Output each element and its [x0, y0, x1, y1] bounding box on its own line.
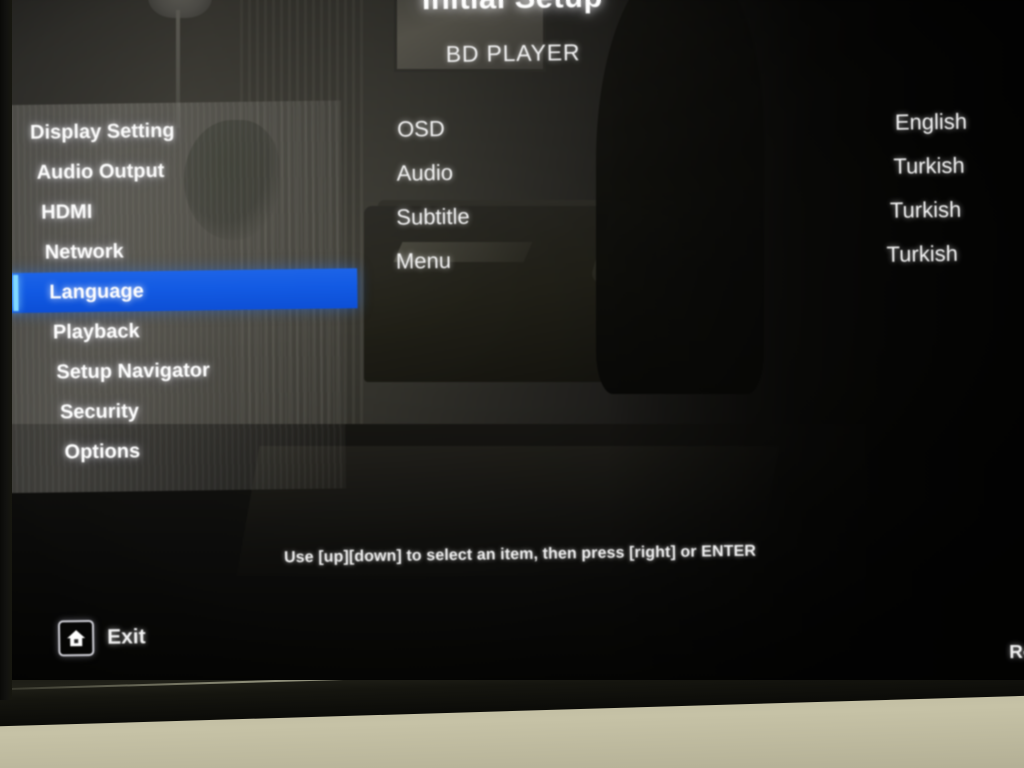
sidebar-item-label: Options [64, 439, 141, 463]
setting-name: Audio [396, 159, 454, 186]
setting-name: OSD [396, 115, 445, 142]
tv-photo: Initial Setup BD PLAYER Display Setting … [0, 0, 1024, 768]
sidebar-item-language[interactable]: Language [8, 268, 358, 314]
setting-row-osd[interactable]: OSD [389, 104, 630, 151]
sidebar-item-options[interactable]: Options [9, 428, 360, 473]
sidebar-item-security[interactable]: Security [9, 388, 360, 433]
exit-label: Exit [106, 625, 146, 649]
setting-value: Turkish [886, 240, 959, 267]
setting-row-subtitle[interactable]: Subtitle [390, 192, 631, 239]
sidebar-item-label: Network [44, 239, 124, 264]
sidebar-item-label: HDMI [41, 200, 93, 224]
settings-value-column: English Turkish Turkish Turkish [707, 100, 969, 280]
setting-value-subtitle[interactable]: Turkish [708, 188, 969, 236]
setting-value-osd[interactable]: English [707, 100, 968, 148]
setting-value-menu[interactable]: Turkish [709, 232, 970, 280]
sidebar-item-audio-output[interactable]: Audio Output [8, 148, 356, 193]
setting-value: Turkish [889, 196, 962, 223]
setting-value: English [894, 108, 968, 135]
sidebar-item-label: Security [59, 399, 140, 423]
sidebar-item-setup-navigator[interactable]: Setup Navigator [8, 348, 359, 393]
sidebar-item-network[interactable]: Network [8, 228, 357, 273]
sidebar-item-label: Setup Navigator [56, 358, 210, 383]
tv-screen: Initial Setup BD PLAYER Display Setting … [8, 0, 1024, 680]
sidebar: Display Setting Audio Output HDMI Networ… [8, 108, 360, 473]
osd-overlay: Initial Setup BD PLAYER Display Setting … [8, 0, 1024, 680]
sidebar-item-label: Audio Output [36, 159, 165, 184]
sidebar-item-hdmi[interactable]: HDMI [8, 188, 356, 233]
exit-button[interactable]: Exit [57, 619, 146, 657]
page-title: Initial Setup [8, 0, 1021, 23]
setting-row-audio[interactable]: Audio [389, 148, 630, 195]
sidebar-item-playback[interactable]: Playback [8, 308, 358, 353]
setting-row-menu[interactable]: Menu [391, 236, 632, 283]
page-subtitle: BD PLAYER [445, 39, 581, 67]
tv-bezel-left [0, 0, 12, 700]
setting-value-audio[interactable]: Turkish [707, 144, 968, 192]
sidebar-item-display-setting[interactable]: Display Setting [8, 108, 355, 153]
setting-name: Subtitle [396, 203, 470, 230]
setting-value: Turkish [893, 152, 965, 179]
sidebar-item-label: Display Setting [29, 119, 175, 144]
home-icon [57, 619, 95, 657]
help-hint-text: Use [up][down] to select an item, then p… [283, 542, 757, 567]
return-button-clipped[interactable]: Return [1009, 641, 1024, 664]
settings-name-column: OSD Audio Subtitle Menu [389, 104, 631, 283]
sidebar-item-label: Playback [52, 319, 140, 343]
sidebar-item-label: Language [49, 279, 144, 304]
setting-name: Menu [395, 247, 452, 274]
